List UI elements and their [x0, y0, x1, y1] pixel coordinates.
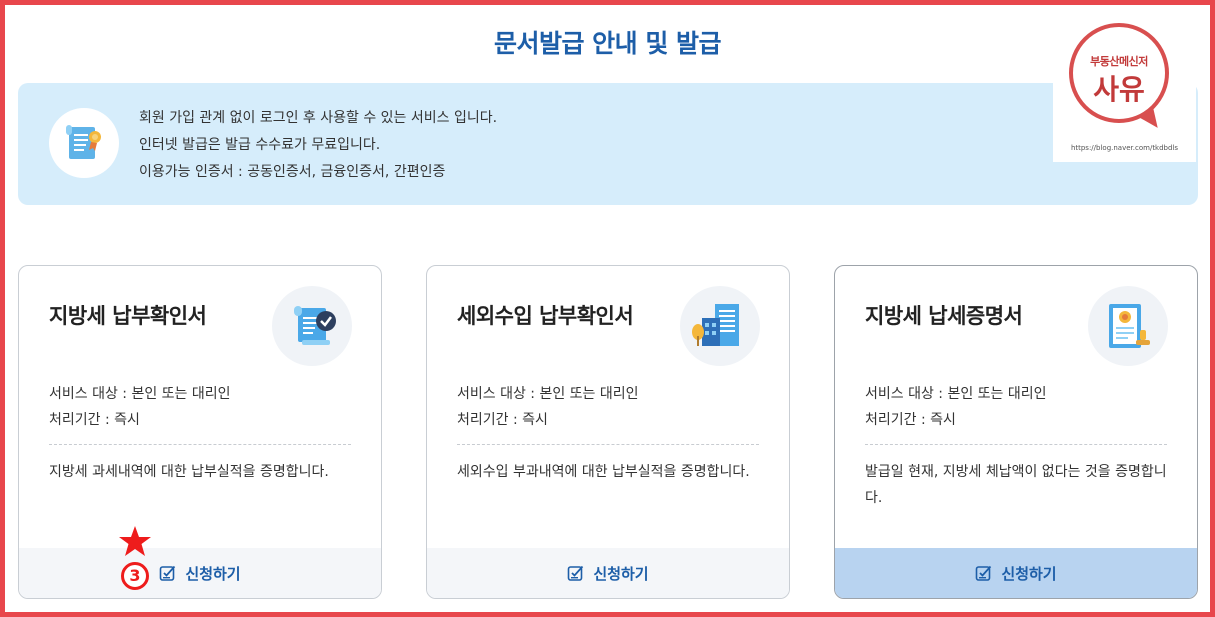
divider: [865, 444, 1167, 445]
apply-label: 신청하기: [1001, 564, 1057, 583]
info-box: 회원 가입 관계 없이 로그인 후 사용할 수 있는 서비스 입니다. 인터넷 …: [18, 83, 1198, 205]
document-check-icon: [272, 286, 352, 366]
service-target: 서비스 대상 : 본인 또는 대리인: [865, 386, 1047, 402]
divider: [49, 444, 351, 445]
apply-button[interactable]: 신청하기: [427, 548, 789, 598]
edit-document-icon: [975, 564, 993, 582]
card-nontax-payment-confirmation: 세외수입 납부확인서 서비스 대상 : 본인 또는 대리인 처리기간 : 즉시 …: [426, 265, 790, 599]
divider: [457, 444, 759, 445]
apply-button[interactable]: 신청하기: [835, 548, 1197, 598]
service-target: 서비스 대상 : 본인 또는 대리인: [49, 386, 231, 402]
info-line: 회원 가입 관계 없이 로그인 후 사용할 수 있는 서비스 입니다.: [139, 110, 498, 126]
processing-period: 처리기간 : 즉시: [457, 412, 548, 428]
processing-period: 처리기간 : 즉시: [865, 412, 956, 428]
processing-period: 처리기간 : 즉시: [49, 412, 140, 428]
edit-document-icon: [159, 564, 177, 582]
card-description: 세외수입 부과내역에 대한 납부실적을 증명합니다.: [457, 464, 750, 480]
certificate-stamp-icon: [1088, 286, 1168, 366]
card-title: 지방세 납부확인서: [49, 304, 207, 328]
badge-top-text: 부동산메신저: [1090, 55, 1148, 68]
service-target: 서비스 대상 : 본인 또는 대리인: [457, 386, 639, 402]
card-title: 세외수입 납부확인서: [457, 304, 634, 328]
badge-url: https://blog.naver.com/tkdbdls: [1070, 144, 1179, 152]
page-title: 문서발급 안내 및 발급: [493, 29, 722, 58]
badge-circle: 부동산메신저 사유: [1069, 23, 1169, 123]
card-description: 지방세 과세내역에 대한 납부실적을 증명합니다.: [49, 464, 329, 480]
apply-button[interactable]: 신청하기: [19, 548, 381, 598]
watermark-badge: 부동산메신저 사유 https://blog.naver.com/tkdbdls: [1053, 13, 1196, 162]
card-tax-clearance-certificate: 지방세 납세증명서 서비스 대상 : 본인 또는 대리인 처리기간 : 즉시 발…: [834, 265, 1198, 599]
star-icon: [119, 526, 151, 556]
step-number-badge: 3: [121, 562, 149, 590]
apply-label: 신청하기: [593, 564, 649, 583]
info-line: 이용가능 인증서 : 공동인증서, 금융인증서, 간편인증: [139, 164, 446, 180]
info-line: 인터넷 발급은 발급 수수료가 무료입니다.: [139, 137, 381, 153]
apply-label: 신청하기: [185, 564, 241, 583]
edit-document-icon: [567, 564, 585, 582]
badge-main-text: 사유: [1093, 73, 1145, 106]
building-icon: [680, 286, 760, 366]
card-description: 발급일 현재, 지방세 체납액이 없다는 것을 증명합니다.: [865, 464, 1167, 506]
card-tax-payment-confirmation: 지방세 납부확인서 서비스 대상 : 본인 또는 대리인 처리기간 : 즉시 지…: [18, 265, 382, 599]
scroll-certificate-icon: [49, 108, 119, 178]
card-title: 지방세 납세증명서: [865, 304, 1023, 328]
